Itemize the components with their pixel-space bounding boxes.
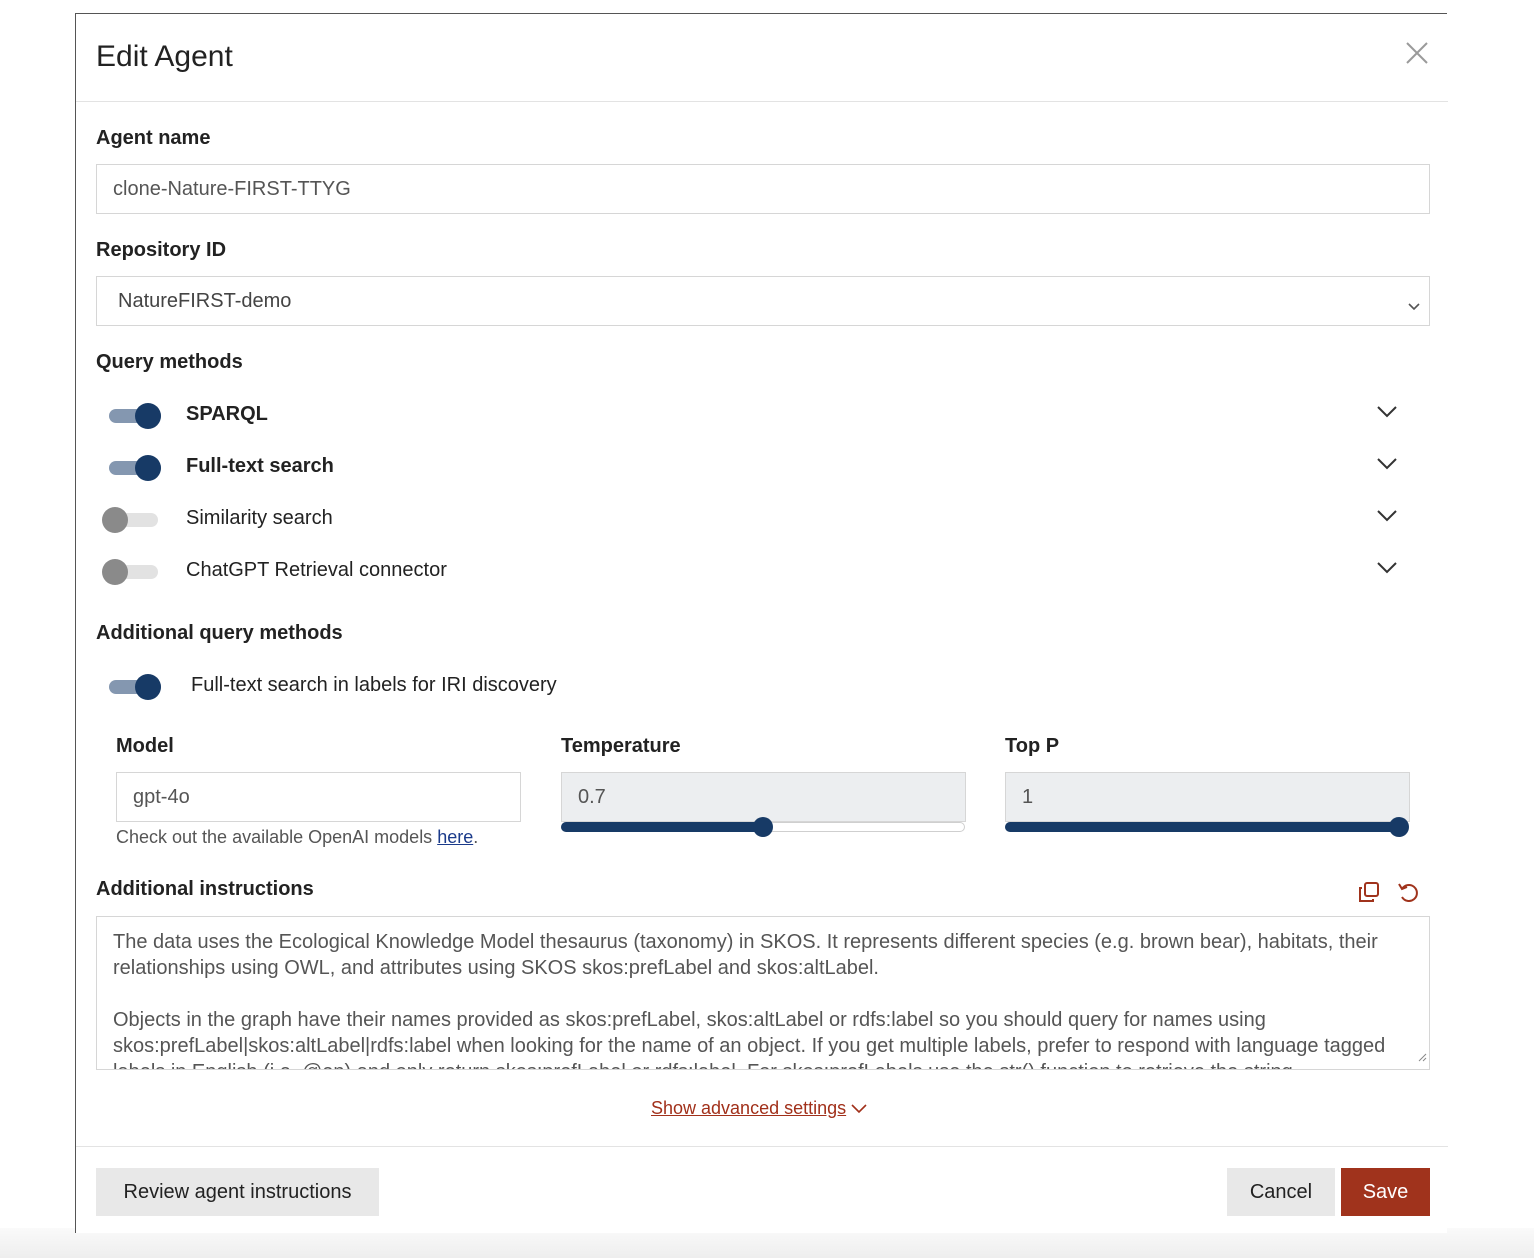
temperature-value-field[interactable]: 0.7 xyxy=(561,772,966,822)
show-advanced-settings-link[interactable]: Show advanced settings xyxy=(651,1098,868,1119)
additional-instructions-label: Additional instructions xyxy=(96,878,314,900)
slider-fill xyxy=(1005,822,1399,832)
dialog-title: Edit Agent xyxy=(96,40,233,73)
slider-thumb[interactable] xyxy=(753,817,773,837)
query-method-chatgpt-retrieval: ChatGPT Retrieval connector xyxy=(76,555,1448,595)
repository-select[interactable]: NatureFIRST-demo xyxy=(96,276,1430,326)
iri-discovery-label: Full-text search in labels for IRI disco… xyxy=(191,674,557,696)
copy-icon[interactable] xyxy=(1357,880,1381,909)
advanced-settings-label: Show advanced settings xyxy=(651,1098,847,1118)
instructions-paragraph: The data uses the Ecological Knowledge M… xyxy=(113,931,1378,979)
similarity-search-label: Similarity search xyxy=(186,507,333,529)
additional-method-iri-discovery: Full-text search in labels for IRI disco… xyxy=(76,670,1448,710)
dialog-header: Edit Agent xyxy=(76,14,1448,102)
close-icon[interactable] xyxy=(1404,40,1430,66)
additional-query-methods-label: Additional query methods xyxy=(96,622,343,644)
chevron-down-icon[interactable] xyxy=(1376,405,1398,424)
slider-fill xyxy=(561,822,763,832)
model-input[interactable] xyxy=(116,772,521,822)
temperature-label: Temperature xyxy=(561,735,681,757)
model-help-prefix: Check out the available OpenAI models xyxy=(116,827,438,847)
top-p-value: 1 xyxy=(1022,785,1034,808)
sparql-toggle[interactable] xyxy=(101,401,161,429)
top-p-slider[interactable] xyxy=(1005,817,1409,838)
chatgpt-retrieval-label: ChatGPT Retrieval connector xyxy=(186,559,447,581)
chatgpt-retrieval-toggle[interactable] xyxy=(102,557,158,585)
chevron-down-icon[interactable] xyxy=(1376,457,1398,476)
similarity-search-toggle[interactable] xyxy=(102,505,158,533)
chevron-down-icon xyxy=(851,1103,867,1113)
query-method-sparql: SPARQL xyxy=(76,399,1448,439)
models-link[interactable]: here xyxy=(437,827,473,847)
slider-thumb[interactable] xyxy=(1389,817,1409,837)
sparql-label: SPARQL xyxy=(186,403,268,425)
temperature-slider[interactable] xyxy=(561,817,965,838)
save-button[interactable]: Save xyxy=(1341,1168,1430,1216)
full-text-search-toggle[interactable] xyxy=(101,453,161,481)
query-methods-label: Query methods xyxy=(96,351,243,373)
top-p-label: Top P xyxy=(1005,735,1060,757)
reset-icon[interactable] xyxy=(1396,880,1420,909)
query-method-similarity-search: Similarity search xyxy=(76,503,1448,543)
edit-agent-dialog: Edit Agent Agent name Repository ID Natu… xyxy=(75,13,1448,1234)
repository-id-label: Repository ID xyxy=(96,239,227,261)
model-help-suffix: . xyxy=(473,827,479,847)
agent-name-input[interactable] xyxy=(96,164,1430,214)
instructions-paragraph: Objects in the graph have their names pr… xyxy=(113,1009,1386,1069)
chevron-down-icon[interactable] xyxy=(1376,561,1398,580)
review-agent-instructions-button[interactable]: Review agent instructions xyxy=(96,1168,379,1216)
additional-instructions-textarea[interactable]: The data uses the Ecological Knowledge M… xyxy=(96,916,1430,1070)
chevron-down-icon xyxy=(1407,295,1421,318)
chevron-down-icon[interactable] xyxy=(1376,509,1398,528)
iri-discovery-toggle[interactable] xyxy=(101,672,161,700)
query-method-full-text-search: Full-text search xyxy=(76,451,1448,491)
temperature-value: 0.7 xyxy=(578,785,606,808)
dialog-footer: Review agent instructions Cancel Save xyxy=(76,1146,1448,1234)
instructions-text: The data uses the Ecological Knowledge M… xyxy=(113,929,1413,1069)
repository-selected-value: NatureFIRST-demo xyxy=(118,289,292,312)
cancel-button[interactable]: Cancel xyxy=(1227,1168,1335,1216)
full-text-search-label: Full-text search xyxy=(186,455,334,477)
model-label: Model xyxy=(116,735,174,757)
agent-name-label: Agent name xyxy=(96,127,211,149)
top-p-value-field[interactable]: 1 xyxy=(1005,772,1410,822)
resize-handle-icon[interactable] xyxy=(1417,1049,1427,1067)
model-help-text: Check out the available OpenAI models he… xyxy=(116,827,478,848)
